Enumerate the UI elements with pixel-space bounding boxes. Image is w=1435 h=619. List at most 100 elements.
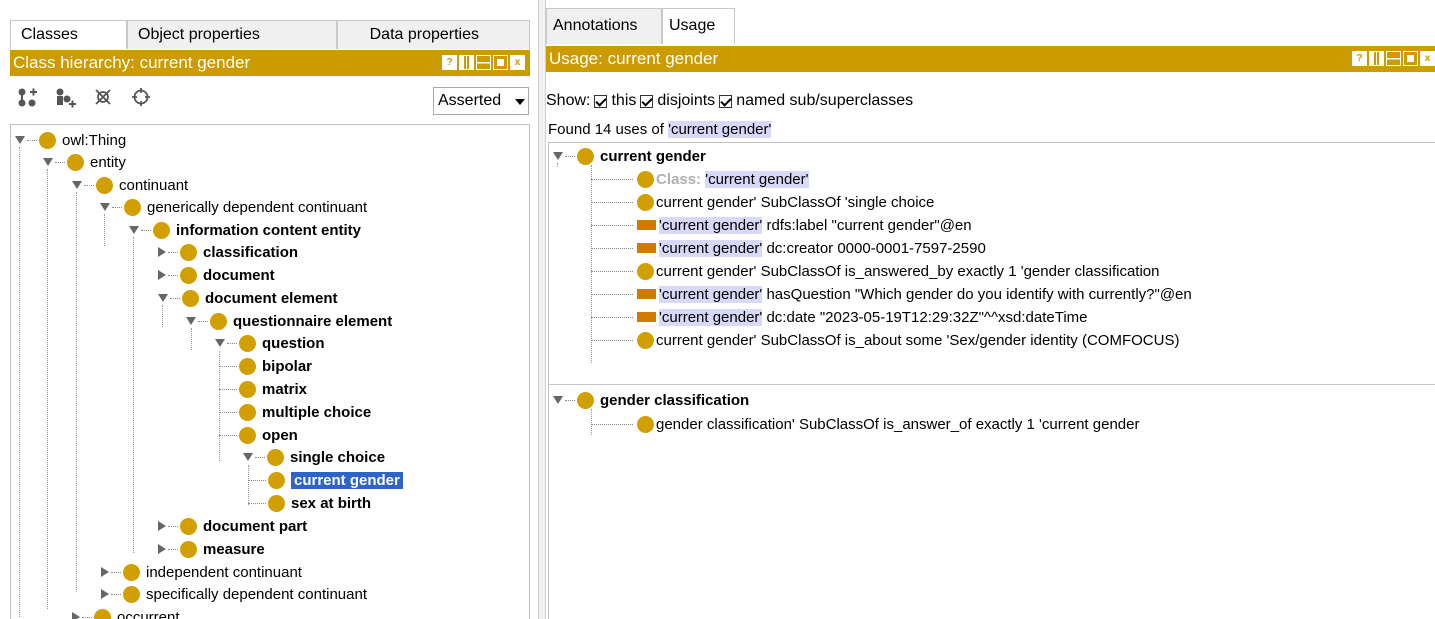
tab-usage[interactable]: Usage bbox=[662, 8, 735, 44]
add-subclass-icon[interactable] bbox=[16, 86, 38, 108]
tree-node[interactable]: generically dependent continuant bbox=[100, 196, 367, 218]
tree-node-label: single choice bbox=[290, 448, 386, 466]
usage-row[interactable]: 'current gender' dc:creator 0000-0001-75… bbox=[591, 237, 986, 259]
class-icon bbox=[123, 585, 140, 603]
tree-node-label: entity bbox=[90, 153, 126, 171]
class-icon bbox=[268, 471, 285, 489]
chevron-down-icon bbox=[515, 99, 525, 105]
class-hierarchy-panel: Classes Object properties Data propertie… bbox=[0, 0, 538, 619]
expand-toggle-icon[interactable] bbox=[186, 317, 196, 325]
tree-node-label: bipolar bbox=[262, 357, 313, 375]
show-named-sub-superclasses-checkbox[interactable] bbox=[719, 94, 733, 108]
close-view-icon[interactable]: x bbox=[510, 55, 525, 70]
tree-node[interactable]: question bbox=[215, 332, 325, 354]
usage-section: gender classification gender classificat… bbox=[549, 387, 1435, 447]
tree-node[interactable]: bipolar bbox=[219, 355, 312, 377]
tree-node-selected[interactable]: current gender bbox=[248, 469, 403, 491]
expand-toggle-icon[interactable] bbox=[158, 294, 168, 302]
class-icon bbox=[239, 403, 256, 421]
delete-class-icon[interactable] bbox=[92, 86, 114, 108]
hierarchy-mode-select[interactable]: Asserted bbox=[433, 87, 529, 115]
usage-row[interactable]: 'current gender' dc:date "2023-05-19T12:… bbox=[591, 306, 1088, 328]
usage-section-header[interactable]: gender classification bbox=[553, 389, 749, 411]
view-title: Usage: current gender bbox=[549, 49, 719, 68]
class-icon bbox=[239, 357, 256, 375]
collapse-toggle-icon[interactable] bbox=[158, 521, 166, 531]
expand-toggle-icon[interactable] bbox=[43, 158, 53, 166]
minimize-view-icon[interactable] bbox=[1386, 51, 1401, 66]
expand-toggle-icon[interactable] bbox=[15, 136, 25, 144]
class-icon bbox=[123, 563, 140, 581]
tree-node[interactable]: open bbox=[219, 424, 298, 446]
usage-row[interactable]: current gender' SubClassOf is_about some… bbox=[591, 329, 1179, 351]
expand-toggle-icon[interactable] bbox=[72, 181, 82, 189]
show-this-checkbox[interactable] bbox=[594, 94, 608, 108]
tree-node[interactable]: document part bbox=[158, 515, 307, 537]
collapse-toggle-icon[interactable] bbox=[72, 612, 80, 619]
usage-row[interactable]: Class: 'current gender' bbox=[591, 168, 809, 190]
tree-node-label: owl:Thing bbox=[62, 131, 127, 149]
tree-node[interactable]: multiple choice bbox=[219, 401, 371, 423]
tree-node[interactable]: occurrent bbox=[72, 606, 180, 619]
maximize-view-icon[interactable] bbox=[1403, 51, 1418, 66]
collapse-toggle-icon[interactable] bbox=[158, 247, 166, 257]
minimize-view-icon[interactable] bbox=[476, 55, 491, 70]
expand-toggle-icon[interactable] bbox=[243, 453, 253, 461]
class-icon bbox=[124, 198, 141, 216]
collapse-toggle-icon[interactable] bbox=[158, 270, 166, 280]
tree-node[interactable]: sex at birth bbox=[248, 492, 371, 514]
show-disjoints-checkbox[interactable] bbox=[640, 94, 654, 108]
usage-row[interactable]: 'current gender' rdfs:label "current gen… bbox=[591, 214, 972, 236]
help-icon[interactable]: ? bbox=[442, 55, 457, 70]
usage-row[interactable]: current gender' SubClassOf is_answered_b… bbox=[591, 260, 1160, 282]
right-tabs: Annotations Usage bbox=[546, 8, 735, 44]
tree-node[interactable]: measure bbox=[158, 538, 265, 560]
target-icon[interactable] bbox=[130, 86, 152, 108]
usage-section-header[interactable]: current gender bbox=[553, 145, 706, 167]
tree-node-label: open bbox=[262, 426, 298, 444]
expand-toggle-icon[interactable] bbox=[100, 203, 110, 211]
panel-splitter[interactable] bbox=[538, 0, 546, 619]
split-view-icon[interactable] bbox=[1369, 51, 1384, 66]
tree-node[interactable]: matrix bbox=[219, 378, 307, 400]
tab-data-properties[interactable]: Data properties bbox=[337, 20, 530, 49]
expand-toggle-icon[interactable] bbox=[553, 396, 563, 404]
tree-node[interactable]: document element bbox=[158, 287, 338, 309]
tab-annotations[interactable]: Annotations bbox=[546, 8, 662, 44]
class-icon bbox=[67, 153, 84, 171]
show-named-label: named sub/superclasses bbox=[736, 92, 914, 109]
expand-toggle-icon[interactable] bbox=[553, 152, 563, 160]
expand-toggle-icon[interactable] bbox=[129, 226, 139, 234]
close-view-icon[interactable]: x bbox=[1420, 51, 1435, 66]
add-sibling-icon[interactable] bbox=[54, 86, 76, 108]
maximize-view-icon[interactable] bbox=[493, 55, 508, 70]
collapse-toggle-icon[interactable] bbox=[101, 567, 109, 577]
tree-node[interactable]: single choice bbox=[243, 446, 385, 468]
split-view-icon[interactable] bbox=[459, 55, 474, 70]
tree-node[interactable]: independent continuant bbox=[101, 561, 302, 583]
tab-object-properties[interactable]: Object properties bbox=[127, 20, 337, 49]
usage-summary: Found 14 uses of 'current gender' bbox=[548, 121, 772, 138]
tree-node[interactable]: questionnaire element bbox=[186, 310, 392, 332]
usage-row[interactable]: gender classification' SubClassOf is_ans… bbox=[591, 413, 1139, 435]
class-icon bbox=[180, 266, 197, 284]
expand-toggle-icon[interactable] bbox=[215, 339, 225, 347]
tree-node[interactable]: owl:Thing bbox=[15, 129, 126, 151]
class-tree: owl:Thing entity continuant generically … bbox=[10, 124, 530, 619]
class-icon bbox=[637, 170, 654, 188]
collapse-toggle-icon[interactable] bbox=[101, 589, 109, 599]
collapse-toggle-icon[interactable] bbox=[158, 544, 166, 554]
tree-node-label: question bbox=[262, 334, 325, 352]
tree-node[interactable]: specifically dependent continuant bbox=[101, 583, 367, 605]
help-icon[interactable]: ? bbox=[1352, 51, 1367, 66]
usage-row[interactable]: 'current gender' hasQuestion "Which gend… bbox=[591, 283, 1192, 305]
tab-classes[interactable]: Classes bbox=[10, 20, 127, 49]
tree-node[interactable]: classification bbox=[158, 241, 298, 263]
tree-node[interactable]: continuant bbox=[72, 174, 188, 196]
tree-node[interactable]: document bbox=[158, 264, 275, 286]
usage-text: current gender' SubClassOf is_answered_b… bbox=[656, 262, 1160, 280]
usage-row[interactable]: current gender' SubClassOf 'single choic… bbox=[591, 191, 934, 213]
tree-node[interactable]: entity bbox=[43, 151, 126, 173]
tree-node-label: multiple choice bbox=[262, 403, 372, 421]
tree-node[interactable]: information content entity bbox=[129, 219, 361, 241]
